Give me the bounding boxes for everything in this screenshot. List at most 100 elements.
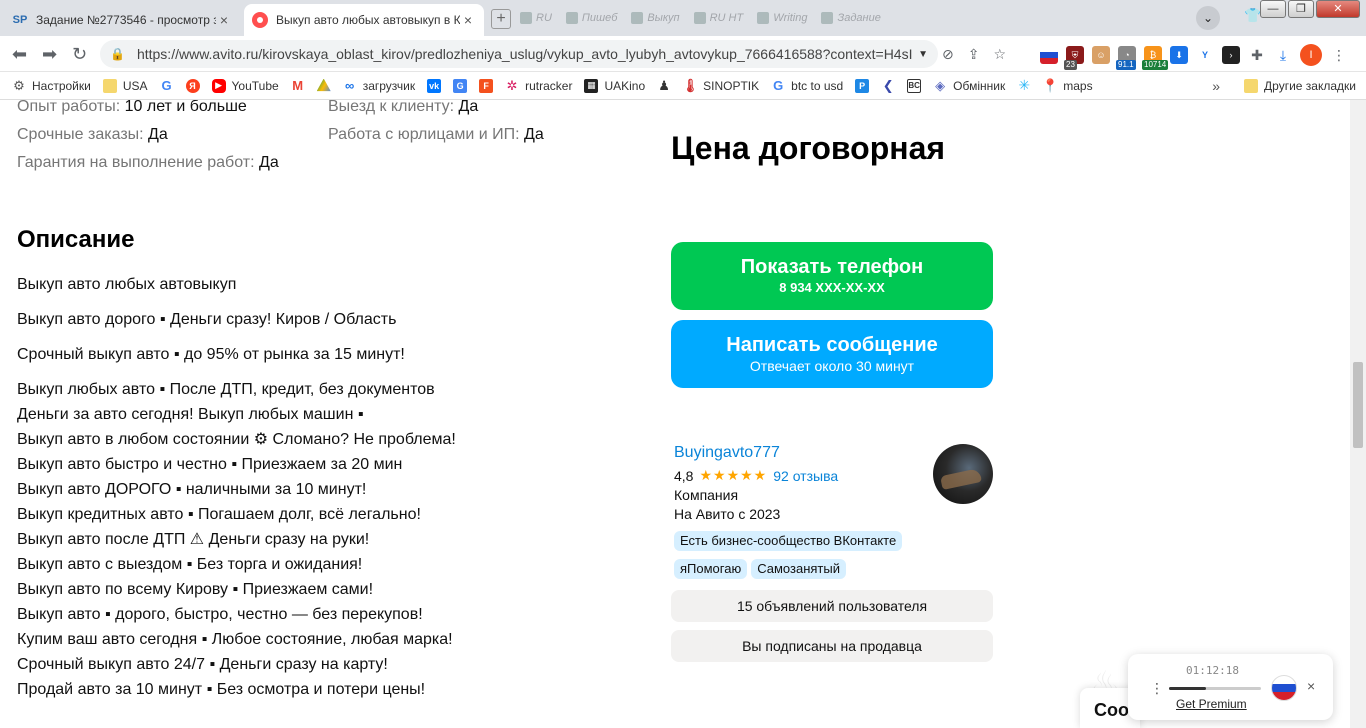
bookmark-maps[interactable]: 📍 maps: [1042, 78, 1092, 93]
blocked-icon[interactable]: ⊘: [942, 46, 954, 63]
reviews-link[interactable]: 92 отзыва: [773, 468, 838, 484]
seller-name-link[interactable]: Buyingavto777: [674, 444, 780, 462]
bookmark-vk[interactable]: vk: [427, 78, 442, 93]
bookmark-star[interactable]: ✳: [1017, 77, 1031, 93]
f-icon: F: [479, 78, 494, 93]
badge-vk-community[interactable]: Есть бизнес-сообщество ВКонтакте: [674, 531, 903, 551]
russian-flag-icon[interactable]: [1040, 46, 1058, 64]
description-line: Выкуп авто ДОРОГО ▪ наличными за 10 мину…: [17, 481, 367, 498]
folder-icon: [102, 78, 117, 93]
bookmark-translate[interactable]: G: [453, 78, 468, 93]
reload-icon[interactable]: ↻: [72, 44, 87, 65]
bookmark-google[interactable]: G: [160, 78, 174, 93]
subscribed-button[interactable]: Вы подписаны на продавца: [671, 630, 993, 662]
downloads-icon[interactable]: ⤓: [1274, 46, 1292, 64]
bookmark-bc[interactable]: BC: [907, 78, 922, 93]
new-tab-button[interactable]: +: [491, 9, 511, 29]
bookmark-yandex[interactable]: Я: [185, 78, 200, 93]
bookmark-p[interactable]: P: [855, 78, 870, 93]
sp-favicon-icon: SP: [12, 14, 28, 26]
bookmark-sinoptik[interactable]: 🌡 SINOPTIK: [682, 78, 759, 93]
face-extension-icon[interactable]: ☺: [1092, 46, 1110, 64]
badge-ya-pomogayu[interactable]: яПомогаю: [674, 559, 748, 579]
tab-title: Задание №2773546 - просмотр з: [36, 13, 216, 27]
close-icon[interactable]: ×: [1307, 678, 1315, 694]
bookmark-gmail[interactable]: M: [291, 78, 305, 93]
bookmark-btc[interactable]: Gbtc to usd: [771, 78, 843, 93]
profile-avatar[interactable]: I: [1300, 44, 1322, 66]
tab-avito[interactable]: Выкуп авто любых автовыкуп в К ×: [244, 4, 484, 36]
background-tab[interactable]: Пишеб: [565, 8, 617, 28]
rating-value: 4,8: [674, 467, 694, 484]
star-rating-icon: ★★★★★: [699, 467, 768, 483]
bookmark-arrow[interactable]: ❮: [881, 77, 895, 93]
google-icon: G: [773, 78, 784, 93]
show-phone-button[interactable]: Показать телефон 8 934 XXX-XX-XX: [671, 242, 993, 310]
shirt-icon[interactable]: 👕: [1244, 7, 1261, 24]
background-tab[interactable]: RU: [520, 8, 552, 28]
maximize-icon[interactable]: ❐: [1288, 0, 1314, 18]
price: Цена договорная: [671, 130, 946, 166]
lock-icon[interactable]: 🔒: [110, 47, 125, 61]
bookmark-drive[interactable]: [316, 78, 331, 93]
bookmark-f[interactable]: F: [479, 78, 494, 93]
terminal-extension-icon[interactable]: ›: [1222, 46, 1240, 64]
bitcoin-extension-icon[interactable]: ₿ 10714: [1142, 46, 1169, 70]
gmail-icon: M: [292, 78, 304, 93]
bookmark-youtube[interactable]: ▶ YouTube: [211, 78, 279, 93]
write-message-button[interactable]: Написать сообщение Отвечает около 30 мин…: [671, 320, 993, 388]
user-ads-button[interactable]: 15 объявлений пользователя: [671, 590, 993, 622]
seller-badges: Есть бизнес-сообщество ВКонтакте яПомога…: [674, 531, 994, 587]
param-value: Да: [148, 126, 168, 143]
bookmark-downloader[interactable]: ∞ загрузчик: [343, 78, 415, 93]
share-icon[interactable]: ⇪: [968, 46, 980, 63]
tab-search-chevron-icon[interactable]: ⌄: [1196, 6, 1220, 30]
seller-since: На Авито с 2023: [674, 506, 781, 522]
recording-progress[interactable]: [1169, 687, 1261, 690]
background-tab[interactable]: Writing: [757, 8, 807, 28]
other-bookmarks[interactable]: Другие закладки: [1244, 79, 1356, 93]
back-arrow-icon[interactable]: ⬅: [12, 44, 27, 65]
address-bar[interactable]: 🔒 https://www.avito.ru/kirovskaya_oblast…: [100, 40, 938, 68]
tab-task[interactable]: SP Задание №2773546 - просмотр з ×: [4, 4, 240, 36]
masked-phone: 8 934 XXX-XX-XX: [779, 280, 885, 295]
russian-flag-icon[interactable]: [1271, 675, 1297, 701]
clock-extension-icon[interactable]: ◔ 91.1: [1116, 46, 1136, 70]
bookmark-exchanger[interactable]: ◈ Обмінник: [933, 78, 1005, 93]
download-extension-icon[interactable]: ⬇: [1170, 46, 1188, 64]
badge-self-employed[interactable]: Самозанятый: [751, 559, 846, 579]
shield-extension-icon[interactable]: ⛨ 23: [1064, 46, 1084, 70]
forward-arrow-icon[interactable]: ➡: [42, 44, 57, 65]
background-tab[interactable]: Выкуп: [631, 8, 680, 28]
description-line: Выкуп кредитных авто ▪ Погашаем долг, вс…: [17, 506, 421, 523]
window-controls: — ❐ ✕: [1260, 0, 1360, 18]
tab-close-icon[interactable]: ×: [460, 12, 476, 28]
scrollbar-thumb[interactable]: [1353, 362, 1363, 448]
bookmark-star-icon[interactable]: ☆: [993, 46, 1006, 63]
background-tab[interactable]: RU HT: [693, 8, 743, 28]
bookmark-settings[interactable]: ⚙ Настройки: [12, 77, 91, 93]
seller-avatar[interactable]: [933, 444, 993, 504]
window-close-icon[interactable]: ✕: [1316, 0, 1360, 18]
tab-close-icon[interactable]: ×: [216, 12, 232, 28]
menu-dots-icon[interactable]: ⋮: [1150, 680, 1164, 697]
page-scrollbar[interactable]: [1350, 100, 1366, 728]
get-premium-link[interactable]: Get Premium: [1176, 697, 1247, 711]
gear-icon: ⚙: [13, 77, 25, 93]
bookmark-usa[interactable]: USA: [102, 78, 148, 93]
background-tab[interactable]: Задание: [821, 8, 881, 28]
bookmarks-overflow-icon[interactable]: »: [1212, 78, 1220, 94]
minimize-icon[interactable]: —: [1260, 0, 1286, 18]
bookmark-rutracker[interactable]: ✲ rutracker: [505, 78, 573, 93]
y-extension-icon[interactable]: Y: [1196, 46, 1214, 64]
chevron-left-icon: ❮: [882, 77, 894, 93]
dropdown-caret-icon[interactable]: ▼: [918, 49, 928, 60]
recorder-widget: 01:12:18 ⋮ Get Premium ×: [1128, 654, 1333, 720]
bookmark-uakino[interactable]: ▦ UAKino: [584, 78, 645, 93]
puzzle-extensions-icon[interactable]: ✚: [1248, 46, 1266, 64]
translate-icon: G: [453, 78, 468, 93]
url-text[interactable]: https://www.avito.ru/kirovskaya_oblast_k…: [137, 46, 912, 62]
menu-dots-icon[interactable]: ⋮: [1330, 46, 1348, 64]
bookmark-person[interactable]: ♟: [657, 78, 671, 93]
response-time: Отвечает около 30 минут: [749, 358, 915, 374]
